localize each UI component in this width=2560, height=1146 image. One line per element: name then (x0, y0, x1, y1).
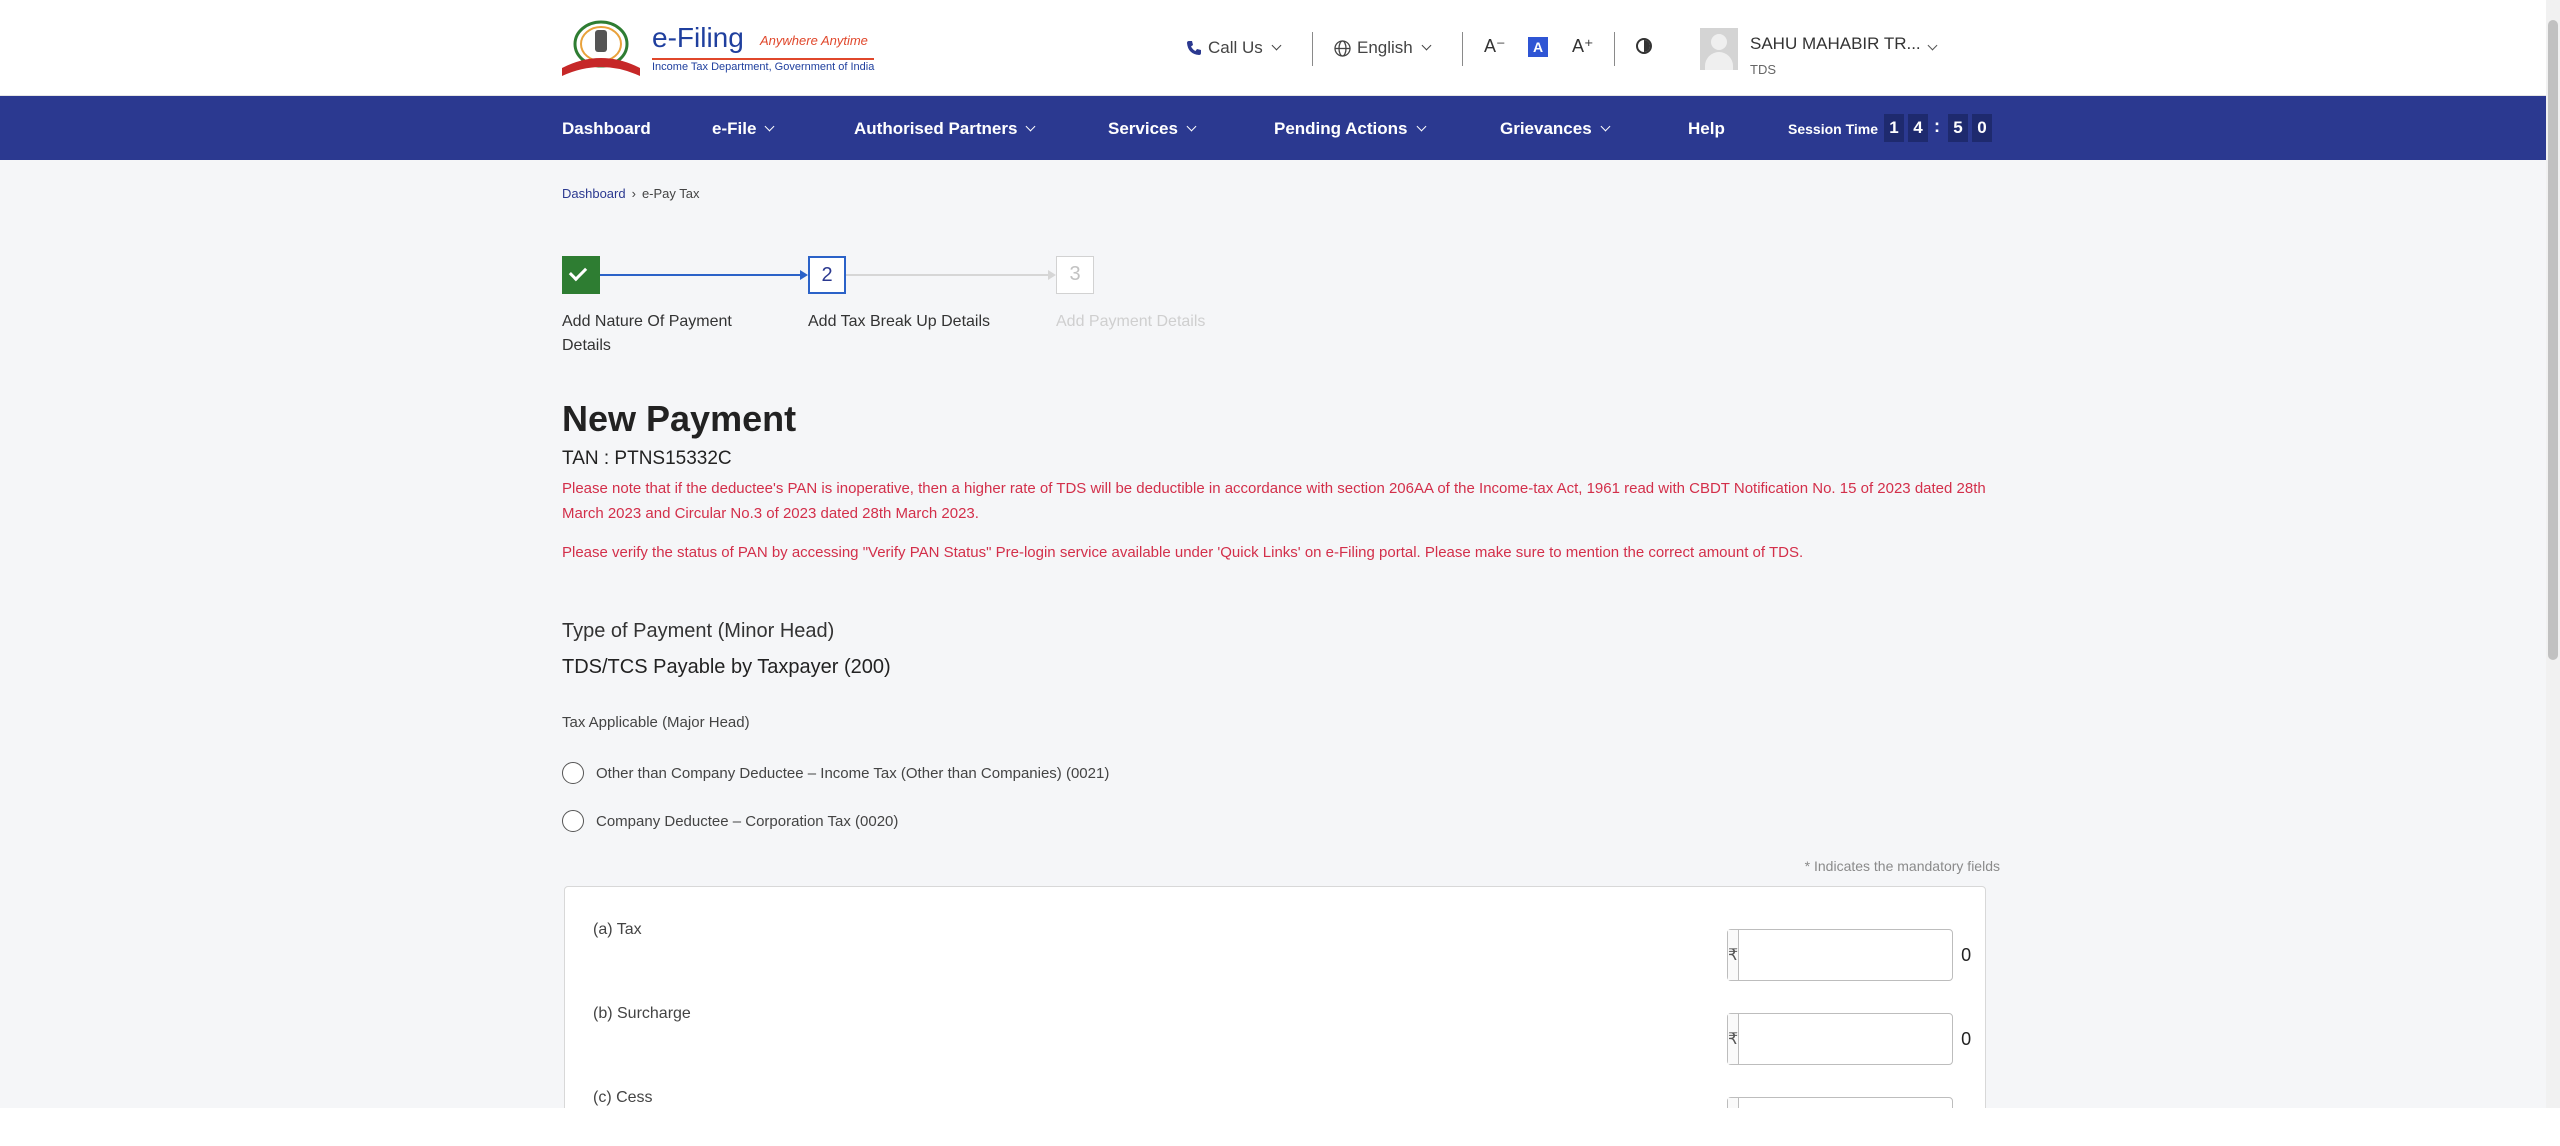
chevron-down-icon (1927, 40, 1938, 51)
tan-number: TAN : PTNS15332C (562, 448, 732, 469)
nav-item-label: Authorised Partners (854, 119, 1018, 138)
chevron-down-icon (1025, 121, 1036, 132)
radio-non-company-deductee[interactable]: Other than Company Deductee – Income Tax… (562, 762, 1109, 784)
chevron-down-icon (1600, 121, 1611, 132)
rupee-icon: ₹ (1728, 1098, 1740, 1108)
nav-item-grievances[interactable]: Grievances (1500, 119, 1611, 139)
call-us-dropdown[interactable]: Call Us (1186, 38, 1282, 58)
tax-applicable-label: Tax Applicable (Major Head) (562, 714, 750, 731)
step-3-pending: 3 (1056, 256, 1094, 294)
radio-company-deductee[interactable]: Company Deductee – Corporation Tax (0020… (562, 810, 898, 832)
language-label: English (1357, 38, 1413, 57)
nav-item-help[interactable]: Help (1688, 119, 1725, 139)
radio-button[interactable] (562, 810, 584, 832)
surcharge-amount-field[interactable]: ₹ (1727, 1013, 1988, 1065)
nav-item-label: Pending Actions (1274, 119, 1408, 138)
nav-item-services[interactable]: Services (1108, 119, 1197, 139)
radio-label: Company Deductee – Corporation Tax (0020… (596, 812, 899, 830)
mandatory-fields-note: * Indicates the mandatory fields (1804, 858, 2000, 874)
nav-item-efile[interactable]: e-File (712, 119, 775, 139)
nav-item-label: Dashboard (562, 119, 651, 138)
surcharge-field-label: (b) Surcharge (593, 1005, 691, 1022)
session-digit: 4 (1908, 114, 1928, 142)
tax-field-label: (a) Tax (593, 921, 642, 938)
breadcrumb-dashboard-link[interactable]: Dashboard (562, 186, 626, 201)
step-2-active[interactable]: 2 (808, 256, 846, 294)
radio-label: Other than Company Deductee – Income Tax… (596, 764, 1110, 782)
font-normal-button[interactable]: A (1528, 37, 1548, 57)
arrow-right-icon (800, 270, 808, 280)
radio-button[interactable] (562, 762, 584, 784)
font-increase-button[interactable]: A⁺ (1572, 36, 1594, 57)
nav-item-label: e-File (712, 119, 757, 138)
user-name: SAHU MAHABIR TR... (1750, 34, 1921, 53)
logo-tagline: Anywhere Anytime (760, 33, 868, 48)
header-divider (1614, 32, 1615, 66)
cess-field-label: (c) Cess (593, 1089, 653, 1106)
session-digit: 5 (1948, 114, 1968, 142)
step-connector (600, 274, 802, 276)
step-2-label: Add Tax Break Up Details (808, 313, 991, 330)
session-digit: 0 (1972, 114, 1992, 142)
step-3-label: Add Payment Details (1056, 313, 1206, 330)
page-title: New Payment (562, 398, 797, 439)
nav-item-pending-actions[interactable]: Pending Actions (1274, 119, 1426, 139)
contrast-toggle-icon[interactable] (1636, 38, 1652, 54)
top-header: e-Filing Anywhere Anytime Income Tax Dep… (0, 0, 2546, 96)
main-navigation: Dashboard e-File Authorised Partners Ser… (0, 96, 2546, 160)
session-digit: 1 (1884, 114, 1904, 142)
page-viewport: e-Filing Anywhere Anytime Income Tax Dep… (0, 0, 2560, 1108)
chevron-down-icon (1421, 40, 1432, 51)
avatar[interactable] (1700, 28, 1738, 70)
call-us-label: Call Us (1208, 38, 1263, 57)
session-colon: : (1934, 116, 1940, 136)
payment-type-value: TDS/TCS Payable by Taxpayer (200) (562, 656, 891, 678)
rupee-icon: ₹ (1728, 930, 1740, 980)
user-role: TDS (1750, 62, 1776, 77)
logo-subtitle: Income Tax Department, Government of Ind… (652, 58, 875, 73)
nav-item-dashboard[interactable]: Dashboard (562, 119, 651, 139)
logo-title: e-Filing (652, 22, 744, 53)
step-connector (846, 274, 1050, 276)
tax-amount-field[interactable]: ₹ (1727, 929, 1988, 981)
emblem-logo-icon[interactable] (556, 18, 646, 78)
header-divider (1462, 32, 1463, 66)
session-time-label: Session Time (1788, 121, 1879, 137)
nav-item-label: Services (1108, 119, 1178, 138)
chevron-down-icon (1271, 40, 1282, 51)
step-1-complete[interactable] (562, 256, 600, 294)
pan-inoperative-warning: Please note that if the deductee's PAN i… (562, 480, 1986, 522)
chevron-down-icon (1416, 121, 1426, 132)
checkmark-icon (568, 262, 588, 282)
surcharge-amount-input[interactable] (1739, 1014, 1988, 1064)
breadcrumb: Dashboard › e-Pay Tax (562, 186, 700, 201)
chevron-down-icon (1186, 121, 1197, 132)
chevron-down-icon (764, 121, 775, 132)
cess-amount-field[interactable]: ₹ (1727, 1097, 1988, 1108)
cess-amount-input[interactable] (1739, 1098, 1988, 1108)
language-dropdown[interactable]: English (1334, 38, 1432, 58)
globe-icon (1334, 39, 1351, 57)
arrow-right-icon (1048, 270, 1056, 280)
nav-item-authorised-partners[interactable]: Authorised Partners (854, 119, 1036, 139)
phone-icon (1187, 41, 1201, 55)
user-menu-dropdown[interactable]: SAHU MAHABIR TR... (1750, 34, 1938, 54)
tax-amount-input[interactable] (1739, 930, 1988, 980)
scrollbar-thumb[interactable] (2548, 20, 2558, 660)
breadcrumb-current: e-Pay Tax (641, 186, 700, 201)
step-1-label: Add Nature Of Payment Details (562, 313, 732, 354)
tax-breakup-panel: (a) Tax ₹ (b) Surcharge ₹ (c) Cess ₹ (564, 886, 1988, 1108)
font-decrease-button[interactable]: A⁻ (1484, 36, 1506, 57)
rupee-icon: ₹ (1728, 1014, 1740, 1064)
verify-pan-warning: Please verify the status of PAN by acces… (562, 544, 1804, 561)
breadcrumb-separator: › (631, 186, 636, 201)
header-divider (1312, 32, 1313, 66)
nav-item-label: Grievances (1500, 119, 1592, 138)
nav-item-label: Help (1688, 119, 1725, 138)
payment-type-label: Type of Payment (Minor Head) (562, 620, 835, 642)
